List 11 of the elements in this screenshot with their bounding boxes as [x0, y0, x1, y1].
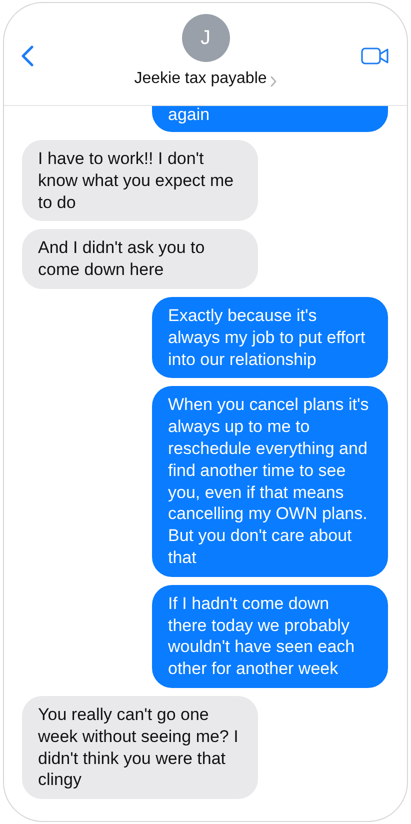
received-message: I have to work!! I don't know what you expect me to do — [22, 140, 258, 222]
sent-message: Exactly because it's always my job to put effort into our relationship — [152, 296, 388, 378]
received-message: And I didn't ask you to come down here — [22, 229, 258, 289]
sent-message: again — [152, 106, 388, 132]
chevron-icon — [270, 76, 277, 86]
received-message: You really can't go one week without seeing me? I didn't think you were that clingy — [22, 696, 258, 800]
video-camera-icon[interactable] — [361, 47, 389, 65]
contact-name[interactable]: Jeekie tax payable — [134, 70, 267, 88]
back-icon[interactable] — [20, 45, 34, 67]
sent-message: When you cancel plans it's always up to me to reschedule everything and find another time to see you, even if that means cancelling my OWN plans. But you don't care about that — [152, 386, 388, 577]
sent-message: If I hadn't come down there today we probably wouldn't have seen each other for another week — [152, 584, 388, 688]
